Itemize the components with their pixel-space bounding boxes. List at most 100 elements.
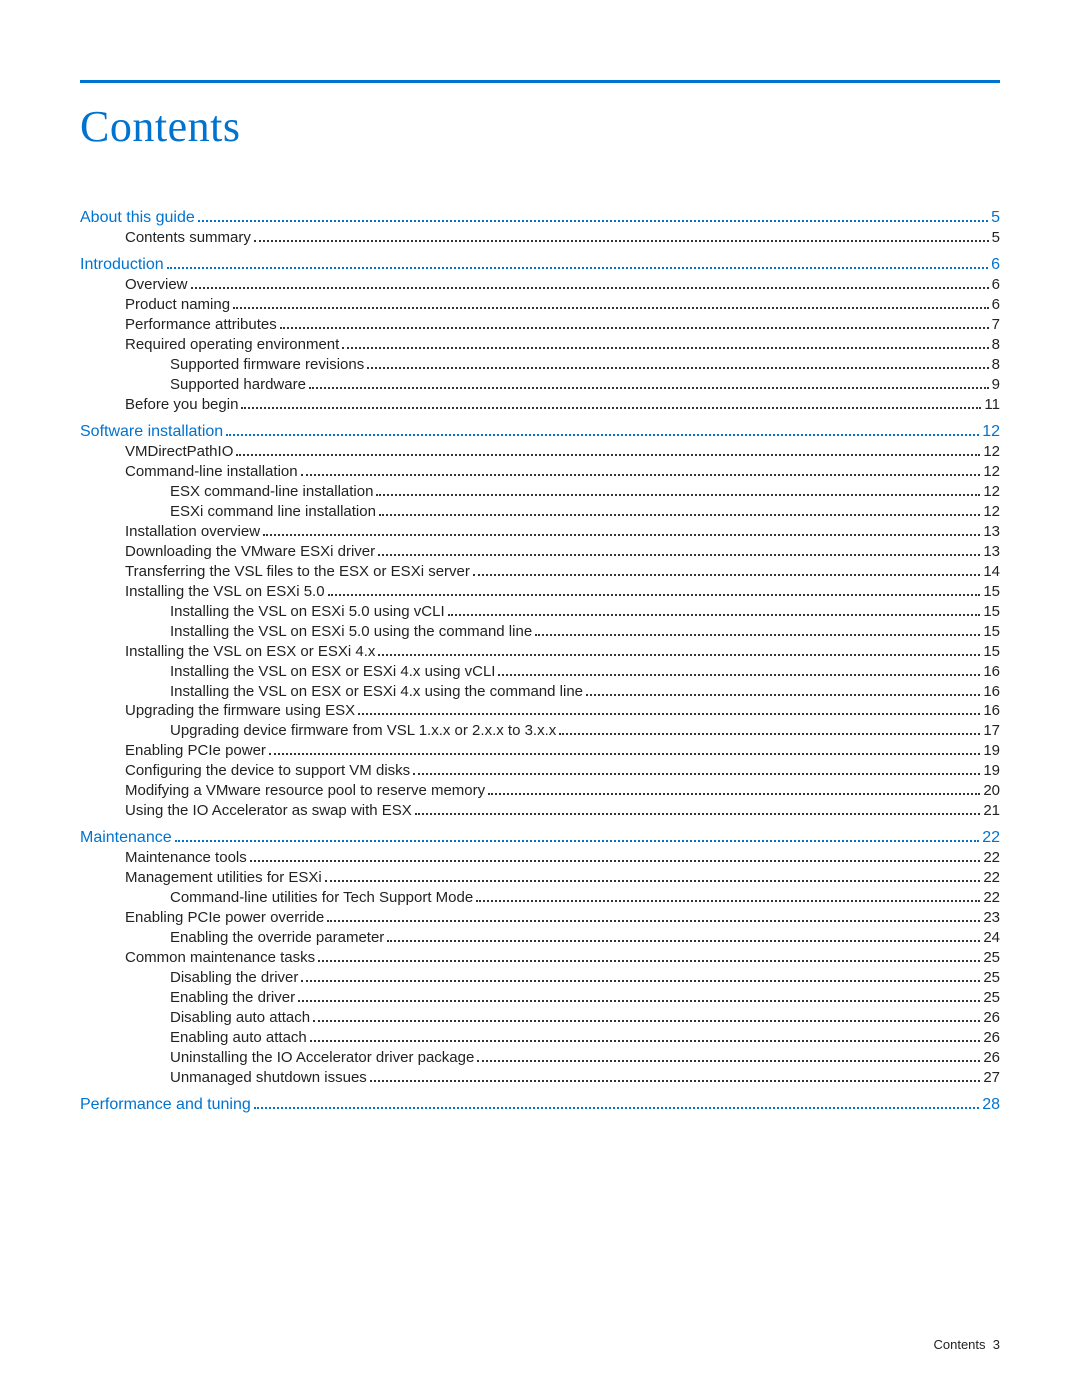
toc-entry-page: 21 [983, 801, 1000, 821]
toc-entry[interactable]: Installing the VSL on ESX or ESXi 4.x us… [170, 662, 1000, 682]
toc-entry[interactable]: Installing the VSL on ESX or ESXi 4.x us… [170, 682, 1000, 702]
toc-entry-label: Using the IO Accelerator as swap with ES… [125, 801, 412, 821]
toc-entry-page: 16 [983, 682, 1000, 702]
toc-leader-dots [476, 889, 980, 902]
toc-entry[interactable]: Disabling auto attach26 [170, 1008, 1000, 1028]
toc-entry-label: Modifying a VMware resource pool to rese… [125, 781, 485, 801]
top-rule [80, 80, 1000, 83]
toc-section-entry[interactable]: Introduction6 [80, 254, 1000, 275]
toc-entry[interactable]: Product naming6 [125, 295, 1000, 315]
toc-entry[interactable]: VMDirectPathIO12 [125, 442, 1000, 462]
toc-entry-label: Supported hardware [170, 375, 306, 395]
toc-leader-dots [370, 1068, 981, 1081]
toc-entry[interactable]: Installation overview13 [125, 522, 1000, 542]
toc-entry-page: 11 [984, 395, 1000, 415]
toc-leader-dots [233, 296, 989, 309]
toc-entry-label: Configuring the device to support VM dis… [125, 761, 410, 781]
toc-entry[interactable]: Common maintenance tasks25 [125, 948, 1000, 968]
toc-leader-dots [301, 969, 980, 982]
toc-entry-page: 22 [983, 868, 1000, 888]
toc-leader-dots [559, 722, 980, 735]
toc-entry[interactable]: Modifying a VMware resource pool to rese… [125, 781, 1000, 801]
toc-leader-dots [535, 622, 980, 635]
toc-leader-dots [280, 316, 989, 329]
toc-entry[interactable]: ESX command-line installation12 [170, 482, 1000, 502]
toc-entry[interactable]: Installing the VSL on ESXi 5.0 15 [125, 582, 1000, 602]
toc-entry[interactable]: Downloading the VMware ESXi driver13 [125, 542, 1000, 562]
toc-entry-page: 6 [992, 295, 1000, 315]
toc-entry[interactable]: Enabling PCIe power override23 [125, 908, 1000, 928]
toc-entry-label: Performance and tuning [80, 1094, 251, 1115]
toc-entry-page: 8 [992, 355, 1000, 375]
toc-entry[interactable]: Management utilities for ESXi22 [125, 868, 1000, 888]
toc-entry[interactable]: Maintenance tools22 [125, 848, 1000, 868]
toc-entry-label: Upgrading the firmware using ESX [125, 701, 355, 721]
toc-entry-page: 22 [983, 848, 1000, 868]
toc-entry[interactable]: Using the IO Accelerator as swap with ES… [125, 801, 1000, 821]
toc-entry-page: 12 [982, 421, 1000, 442]
toc-leader-dots [313, 1009, 980, 1022]
toc-leader-dots [358, 702, 980, 715]
toc-section-entry[interactable]: Maintenance22 [80, 827, 1000, 848]
toc-entry-label: Command-line installation [125, 462, 298, 482]
toc-entry[interactable]: Transferring the VSL files to the ESX or… [125, 562, 1000, 582]
toc-entry[interactable]: Enabling PCIe power19 [125, 741, 1000, 761]
toc-leader-dots [269, 742, 980, 755]
toc-leader-dots [328, 583, 981, 596]
toc-entry[interactable]: Command-line utilities for Tech Support … [170, 888, 1000, 908]
toc-leader-dots [327, 909, 980, 922]
toc-entry-label: Installing the VSL on ESXi 5.0 [125, 582, 325, 602]
toc-entry[interactable]: Performance attributes7 [125, 315, 1000, 335]
toc-entry[interactable]: Unmanaged shutdown issues27 [170, 1068, 1000, 1088]
toc-leader-dots [226, 423, 979, 436]
toc-entry[interactable]: Uninstalling the IO Accelerator driver p… [170, 1048, 1000, 1068]
toc-entry-page: 15 [983, 582, 1000, 602]
toc-entry[interactable]: Configuring the device to support VM dis… [125, 761, 1000, 781]
toc-entry-page: 19 [983, 741, 1000, 761]
toc-section-entry[interactable]: About this guide5 [80, 207, 1000, 228]
toc-entry-label: Enabling the override parameter [170, 928, 384, 948]
toc-entry[interactable]: Contents summary5 [125, 228, 1000, 248]
toc-entry[interactable]: Supported firmware revisions8 [170, 355, 1000, 375]
toc-leader-dots [376, 483, 980, 496]
toc-entry-page: 12 [983, 442, 1000, 462]
toc-entry[interactable]: ESXi command line installation12 [170, 502, 1000, 522]
toc-entry[interactable]: Upgrading the firmware using ESX 16 [125, 701, 1000, 721]
toc-entry[interactable]: Enabling auto attach26 [170, 1028, 1000, 1048]
toc-section-entry[interactable]: Performance and tuning 28 [80, 1094, 1000, 1115]
toc-entry[interactable]: Installing the VSL on ESXi 5.0 using vCL… [170, 602, 1000, 622]
toc-entry-label: Introduction [80, 254, 164, 275]
toc-entry-label: Installing the VSL on ESX or ESXi 4.x us… [170, 682, 583, 702]
toc-entry-label: Required operating environment [125, 335, 339, 355]
toc-leader-dots [498, 662, 980, 675]
toc-entry-page: 9 [992, 375, 1000, 395]
toc-entry-label: Installing the VSL on ESX or ESXi 4.x us… [170, 662, 495, 682]
toc-section-entry[interactable]: Software installation12 [80, 421, 1000, 442]
toc-entry-page: 24 [983, 928, 1000, 948]
toc-entry[interactable]: Installing the VSL on ESX or ESXi 4.x15 [125, 642, 1000, 662]
toc-entry[interactable]: Enabling the driver25 [170, 988, 1000, 1008]
toc-entry-page: 16 [983, 701, 1000, 721]
toc-leader-dots [254, 229, 989, 242]
toc-entry-page: 26 [983, 1048, 1000, 1068]
toc-leader-dots [488, 782, 980, 795]
toc-entry[interactable]: Installing the VSL on ESXi 5.0 using the… [170, 622, 1000, 642]
toc-entry-page: 19 [983, 761, 1000, 781]
toc-entry-page: 28 [982, 1094, 1000, 1115]
toc-entry-label: Installing the VSL on ESXi 5.0 using the… [170, 622, 532, 642]
toc-entry[interactable]: Command-line installation12 [125, 462, 1000, 482]
toc-entry-page: 25 [983, 988, 1000, 1008]
toc-container: About this guide5Contents summary5 Introd… [80, 207, 1000, 1115]
toc-entry[interactable]: Disabling the driver25 [170, 968, 1000, 988]
toc-entry[interactable]: Enabling the override parameter 24 [170, 928, 1000, 948]
toc-entry[interactable]: Overview6 [125, 275, 1000, 295]
toc-leader-dots [473, 563, 980, 576]
toc-entry-page: 13 [983, 542, 1000, 562]
toc-entry-label: Disabling the driver [170, 968, 298, 988]
toc-entry[interactable]: Supported hardware 9 [170, 375, 1000, 395]
toc-entry[interactable]: Required operating environment8 [125, 335, 1000, 355]
toc-entry[interactable]: Upgrading device firmware from VSL 1.x.x… [170, 721, 1000, 741]
toc-entry[interactable]: Before you begin11 [125, 395, 1000, 415]
toc-entry-label: Maintenance [80, 827, 172, 848]
toc-entry-page: 5 [992, 228, 1000, 248]
